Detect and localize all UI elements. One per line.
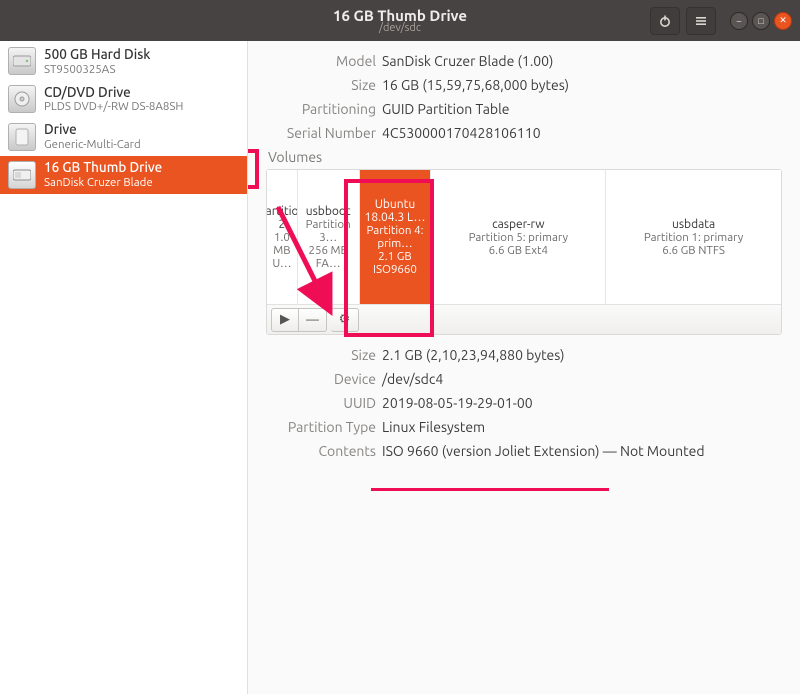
puuid-label: UUID [266,395,382,411]
model-value: SanDisk Cruzer Blade (1.00) [382,53,553,69]
volumes-section-title: Volumes [268,149,782,165]
sidebar-item-sublabel: ST9500325AS [44,63,150,76]
ptype-label: Partition Type [266,419,382,435]
ptype-value: Linux Filesystem [382,419,485,435]
size-label: Size [266,77,382,93]
sidebar-item-hdd[interactable]: 500 GB Hard DiskST9500325AS [0,43,247,81]
partition-strip: Partition 2 1.0 MB U… usbboot Partition … [267,170,781,304]
partition-detail: 6.6 GB NTFS [662,244,725,257]
pcontents-label: Contents [266,443,382,459]
close-button[interactable]: ✕ [774,12,792,30]
size-value: 16 GB (15,59,75,68,000 bytes) [382,77,569,93]
partition-name: usbdata [672,218,715,231]
partitioning-value: GUID Partition Table [382,101,509,117]
partition-block[interactable]: usbdata Partition 1: primary 6.6 GB NTFS [606,170,781,304]
maximize-button[interactable]: □ [752,12,770,30]
card-reader-icon [8,123,36,151]
hamburger-icon [694,14,708,28]
partition-detail: 1.0 MB U… [269,231,295,270]
sidebar-item-label: CD/DVD Drive [44,85,183,101]
device-sidebar: 500 GB Hard DiskST9500325AS CD/DVD Drive… [0,41,248,694]
sidebar-item-generic[interactable]: DriveGeneric-Multi-Card [0,118,247,156]
psize-label: Size [266,347,382,363]
pdevice-value: /dev/sdc4 [382,371,443,387]
partition-block[interactable]: Partition 2 1.0 MB U… [267,170,298,304]
model-label: Model [266,53,382,69]
annotation-box [248,149,259,189]
partition-detail: Partition 1: primary [644,231,743,244]
puuid-value: 2019-08-05-19-29-01-00 [382,395,533,411]
partition-options-button[interactable]: ⚙ [331,308,359,332]
psize-value: 2.1 GB (2,10,23,94,880 bytes) [382,347,565,363]
sidebar-item-thumbdrive[interactable]: 16 GB Thumb DriveSanDisk Cruzer Blade [0,156,247,194]
power-button[interactable] [650,7,680,35]
partition-block[interactable]: usbboot Partition 3… 256 MB FA… [298,170,360,304]
annotation-underline [371,488,609,491]
sidebar-item-sublabel: PLDS DVD+/-RW DS-8A8SH [44,100,183,113]
serial-label: Serial Number [266,125,382,141]
sidebar-item-sublabel: Generic-Multi-Card [44,138,141,151]
volumes-box: Partition 2 1.0 MB U… usbboot Partition … [266,169,782,335]
delete-partition-button[interactable]: — [299,308,327,332]
close-icon: ✕ [779,15,787,26]
partition-detail: Partition 5: primary [469,231,568,244]
gear-icon: ⚙ [339,312,351,327]
play-icon: ▶ [280,312,290,327]
partition-detail: 2.1 GB ISO9660 [362,250,429,276]
usb-drive-icon [8,161,36,189]
minimize-icon: – [737,16,741,26]
sidebar-item-label: 500 GB Hard Disk [44,47,150,63]
hdd-icon [8,47,36,75]
mount-button[interactable]: ▶ [271,308,299,332]
content-pane: ModelSanDisk Cruzer Blade (1.00) Size16 … [248,41,800,694]
partition-detail: 6.6 GB Ext4 [489,244,548,257]
serial-value: 4C530000170428106110 [382,125,541,141]
partition-name: Partition 2 [267,205,298,231]
partition-block-selected[interactable]: Ubuntu 18.04.3 L… Partition 4: prim… 2.1… [360,170,432,304]
menu-button[interactable] [686,7,716,35]
sidebar-item-label: Drive [44,122,141,138]
minimize-button[interactable]: – [730,12,748,30]
partitioning-label: Partitioning [266,101,382,117]
partition-name: usbboot [306,205,351,218]
maximize-icon: □ [758,16,763,26]
volume-toolbar: ▶ — ⚙ [267,304,781,334]
partition-name: casper-rw [492,218,544,231]
optical-icon [8,85,36,113]
power-icon [658,14,672,28]
titlebar: 16 GB Thumb Drive /dev/sdc – □ ✕ [0,0,800,41]
sidebar-item-optical[interactable]: CD/DVD DrivePLDS DVD+/-RW DS-8A8SH [0,81,247,119]
minus-icon: — [306,313,319,327]
partition-detail: 256 MB FA… [300,244,357,270]
partition-detail: Partition 4: prim… [362,224,429,250]
sidebar-item-sublabel: SanDisk Cruzer Blade [44,176,162,189]
partition-name: Ubuntu 18.04.3 L… [362,198,429,224]
partition-block[interactable]: casper-rw Partition 5: primary 6.6 GB Ex… [431,170,606,304]
pcontents-value: ISO 9660 (version Joliet Extension) — No… [382,443,705,459]
pdevice-label: Device [266,371,382,387]
partition-detail: Partition 3… [300,218,357,244]
sidebar-item-label: 16 GB Thumb Drive [44,160,162,176]
